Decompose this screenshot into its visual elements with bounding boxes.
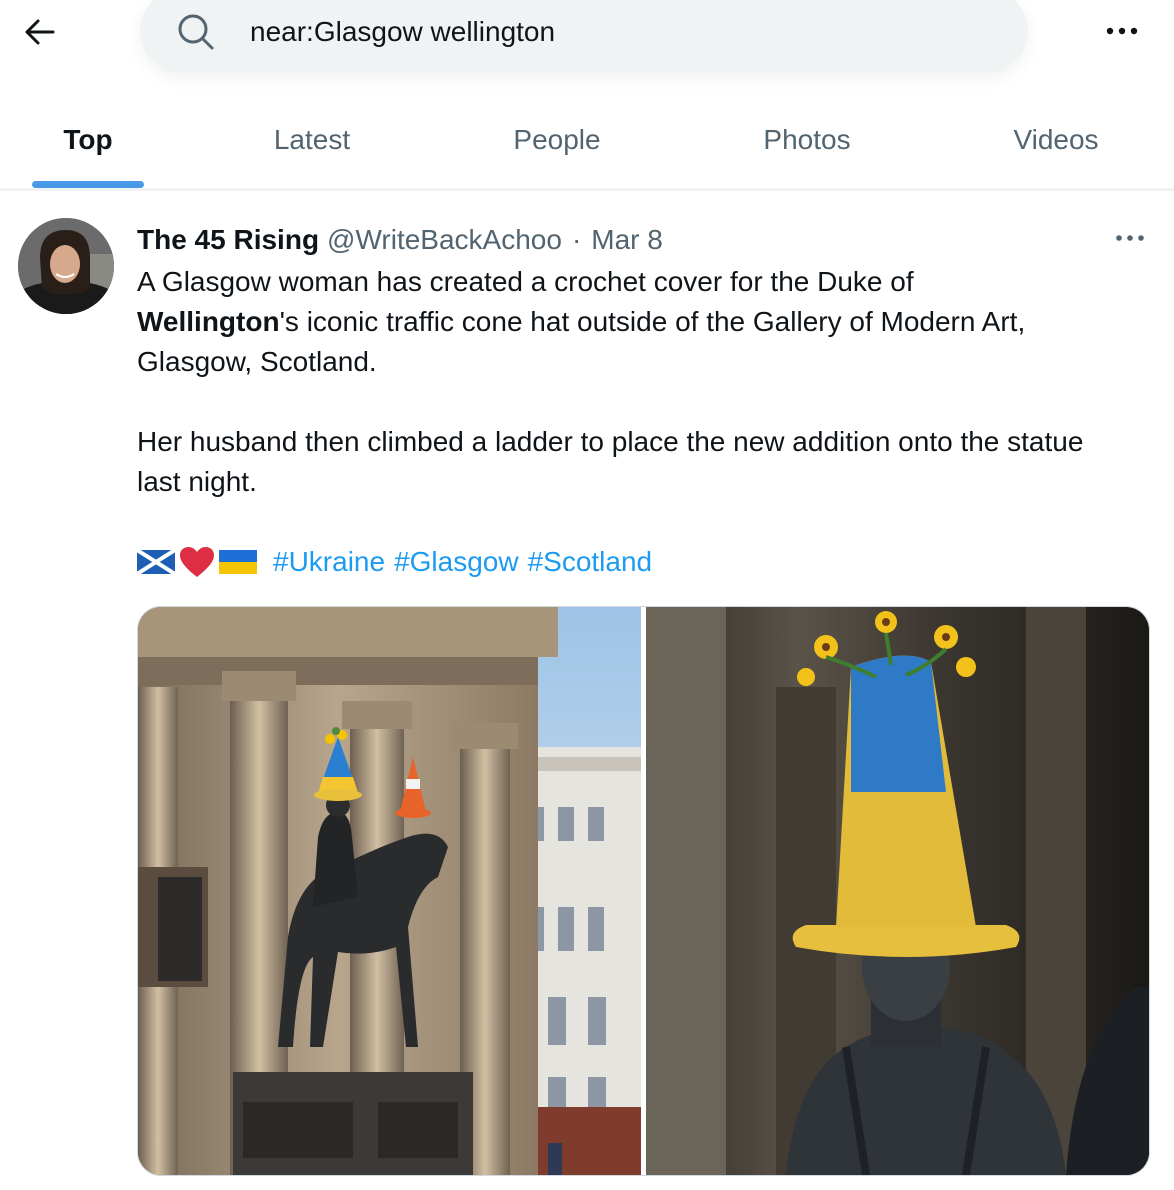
separator: · bbox=[571, 224, 582, 255]
tweet-line: Wellington's iconic traffic cone hat out… bbox=[137, 302, 1127, 342]
search-input[interactable] bbox=[250, 14, 990, 50]
tweet-line: Glasgow, Scotland. bbox=[137, 346, 377, 377]
avatar[interactable] bbox=[18, 218, 114, 314]
tweet-line: A Glasgow woman has created a crochet co… bbox=[137, 266, 914, 297]
tweet-line-rest: 's iconic traffic cone hat outside of th… bbox=[279, 306, 1026, 337]
back-arrow-icon bbox=[25, 19, 55, 45]
author-handle[interactable]: @WriteBackAchoo bbox=[327, 224, 562, 256]
tab-people[interactable]: People bbox=[487, 92, 627, 188]
hashtag-link[interactable]: #Glasgow bbox=[394, 546, 519, 578]
search-tabs: Top Latest People Photos Videos bbox=[0, 92, 1174, 191]
active-tab-indicator bbox=[32, 181, 144, 188]
hashtag-line: #Ukraine #Glasgow #Scotland bbox=[137, 542, 661, 582]
tweet-photo-statue-closeup[interactable] bbox=[646, 607, 1149, 1175]
tweet-paragraph: Her husband then climbed a ladder to pla… bbox=[137, 426, 1084, 497]
tweet-text: A Glasgow woman has created a crochet co… bbox=[137, 262, 1127, 502]
tweet-media bbox=[137, 606, 1150, 1176]
tab-videos[interactable]: Videos bbox=[986, 92, 1126, 188]
tweet[interactable]: The 45 Rising @WriteBackAchoo · Mar 8 A … bbox=[0, 190, 1174, 1190]
tweet-photo-statue-wide[interactable] bbox=[138, 607, 641, 1175]
scotland-flag-icon bbox=[137, 550, 175, 574]
top-bar bbox=[0, 0, 1174, 80]
more-icon bbox=[1106, 27, 1138, 35]
highlighted-keyword: Wellington bbox=[137, 306, 280, 337]
search-box[interactable] bbox=[140, 0, 1028, 72]
hashtag-link[interactable]: #Ukraine bbox=[273, 546, 385, 578]
tab-latest[interactable]: Latest bbox=[242, 92, 382, 188]
author-name[interactable]: The 45 Rising bbox=[137, 224, 319, 256]
ukraine-flag-icon bbox=[219, 550, 257, 574]
red-heart-icon bbox=[180, 547, 214, 577]
tab-photos[interactable]: Photos bbox=[737, 92, 877, 188]
more-icon bbox=[1116, 235, 1144, 241]
back-button[interactable] bbox=[20, 12, 60, 52]
tab-top[interactable]: Top bbox=[32, 92, 144, 188]
more-options-button[interactable] bbox=[1100, 14, 1144, 48]
tweet-header: The 45 Rising @WriteBackAchoo · Mar 8 bbox=[137, 222, 663, 258]
hashtag-link[interactable]: #Scotland bbox=[528, 546, 653, 578]
tweet-date[interactable]: Mar 8 bbox=[591, 224, 663, 256]
search-icon bbox=[178, 14, 214, 50]
tweet-more-button[interactable] bbox=[1108, 226, 1152, 250]
